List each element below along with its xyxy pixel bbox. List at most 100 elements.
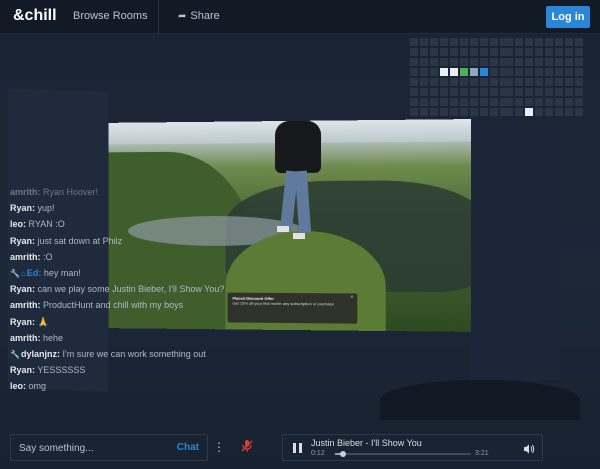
led-cell [450, 58, 458, 66]
chat-username[interactable]: Ryan: [10, 236, 35, 246]
chat-input[interactable] [19, 441, 169, 455]
led-cell [505, 58, 513, 66]
mic-muted-icon[interactable] [241, 439, 253, 453]
login-button[interactable]: Log in [546, 6, 590, 28]
led-cell [565, 78, 573, 86]
chat-username[interactable]: Ryan: [10, 317, 35, 327]
led-cell [480, 98, 488, 106]
led-cell [460, 98, 468, 106]
wrench-icon: 🔧 [10, 349, 20, 359]
chat-text: just sat down at Philz [37, 235, 123, 246]
progress-slider[interactable] [335, 451, 471, 457]
led-cell [430, 88, 438, 96]
led-cell [430, 58, 438, 66]
chat-text: hehe [43, 332, 64, 343]
led-cell [515, 98, 523, 106]
led-cell [430, 98, 438, 106]
video-person-shoe [292, 233, 305, 240]
more-options-icon[interactable]: ⋮ [213, 440, 225, 454]
led-cell [430, 68, 438, 76]
chat-message: amrith: Ryan Hoover! [10, 184, 270, 200]
led-cell [535, 108, 543, 116]
led-cell [420, 38, 428, 46]
chat-message: leo: RYAN :O [10, 216, 270, 232]
led-cell [525, 88, 533, 96]
chat-message: 🔧dylanjnz: I'm sure we can work somethin… [10, 346, 270, 362]
volume-icon[interactable] [523, 442, 535, 454]
current-time: 0:12 [311, 450, 325, 457]
led-cell [480, 68, 488, 76]
chat-message: amrith: :O [10, 249, 270, 265]
close-icon[interactable]: × [350, 294, 353, 300]
share-label: Share [190, 10, 220, 22]
share-link[interactable]: ➦ Share [178, 10, 220, 22]
led-cell [535, 38, 543, 46]
led-cell [505, 48, 513, 56]
led-cell [450, 88, 458, 96]
chat-message: Ryan: 🙏 [10, 314, 270, 330]
led-cell [490, 58, 498, 66]
led-cell [490, 88, 498, 96]
led-cell [450, 108, 458, 116]
chat-send-button[interactable]: Chat [177, 442, 199, 453]
led-cell [565, 108, 573, 116]
led-cell [575, 78, 583, 86]
led-cell [525, 48, 533, 56]
app-logo[interactable]: &chill [13, 7, 57, 25]
led-cell [440, 68, 448, 76]
chat-username[interactable]: leo: [10, 219, 26, 229]
chat-username[interactable]: dylanjnz: [21, 349, 60, 359]
room-floor-shape [380, 380, 580, 420]
music-player: Justin Bieber - I'll Show You 0:12 3:21 [282, 434, 543, 461]
chat-username[interactable]: Ryan: [10, 365, 35, 375]
pause-button[interactable] [293, 443, 302, 453]
led-cell [490, 38, 498, 46]
led-cell [575, 58, 583, 66]
led-cell [575, 38, 583, 46]
led-cell [480, 58, 488, 66]
led-cell [410, 68, 418, 76]
led-cell [410, 58, 418, 66]
led-cell [430, 78, 438, 86]
led-cell [575, 98, 583, 106]
led-cell [480, 108, 488, 116]
chat-username[interactable]: amrith: [10, 252, 41, 262]
led-cell [565, 68, 573, 76]
led-cell [440, 78, 448, 86]
led-cell [480, 88, 488, 96]
led-cell [565, 98, 573, 106]
led-cell [440, 88, 448, 96]
led-cell [555, 78, 563, 86]
led-cell [525, 98, 533, 106]
led-cell [535, 58, 543, 66]
chat-text: omg [28, 381, 47, 392]
led-cell [420, 98, 428, 106]
chat-username[interactable]: amrith: [10, 333, 41, 343]
chat-username[interactable]: Ryan: [10, 284, 35, 294]
chat-text: I'm sure we can work something out [62, 348, 206, 359]
led-cell [470, 58, 478, 66]
chat-username[interactable]: Ed: [27, 268, 42, 278]
led-cell [545, 108, 553, 116]
led-cell [545, 38, 553, 46]
chat-username[interactable]: leo: [10, 381, 26, 391]
browse-rooms-link[interactable]: Browse Rooms [73, 10, 148, 22]
led-cell [545, 48, 553, 56]
led-cell [505, 38, 513, 46]
chat-message: Ryan: YESSSSSS [10, 362, 270, 378]
led-cell [525, 108, 533, 116]
led-cell [440, 98, 448, 106]
led-cell [535, 98, 543, 106]
led-cell [525, 78, 533, 86]
led-cell [410, 108, 418, 116]
chat-username[interactable]: Ryan: [10, 203, 35, 213]
chat-username[interactable]: amrith: [10, 187, 41, 197]
led-cell [555, 88, 563, 96]
led-cell [555, 68, 563, 76]
led-cell [480, 48, 488, 56]
top-navigation-bar: &chill Browse Rooms ➦ Share Log in [0, 0, 600, 34]
chat-username[interactable]: amrith: [10, 300, 41, 310]
led-cell [515, 58, 523, 66]
progress-knob[interactable] [340, 451, 347, 457]
led-cell [515, 108, 523, 116]
